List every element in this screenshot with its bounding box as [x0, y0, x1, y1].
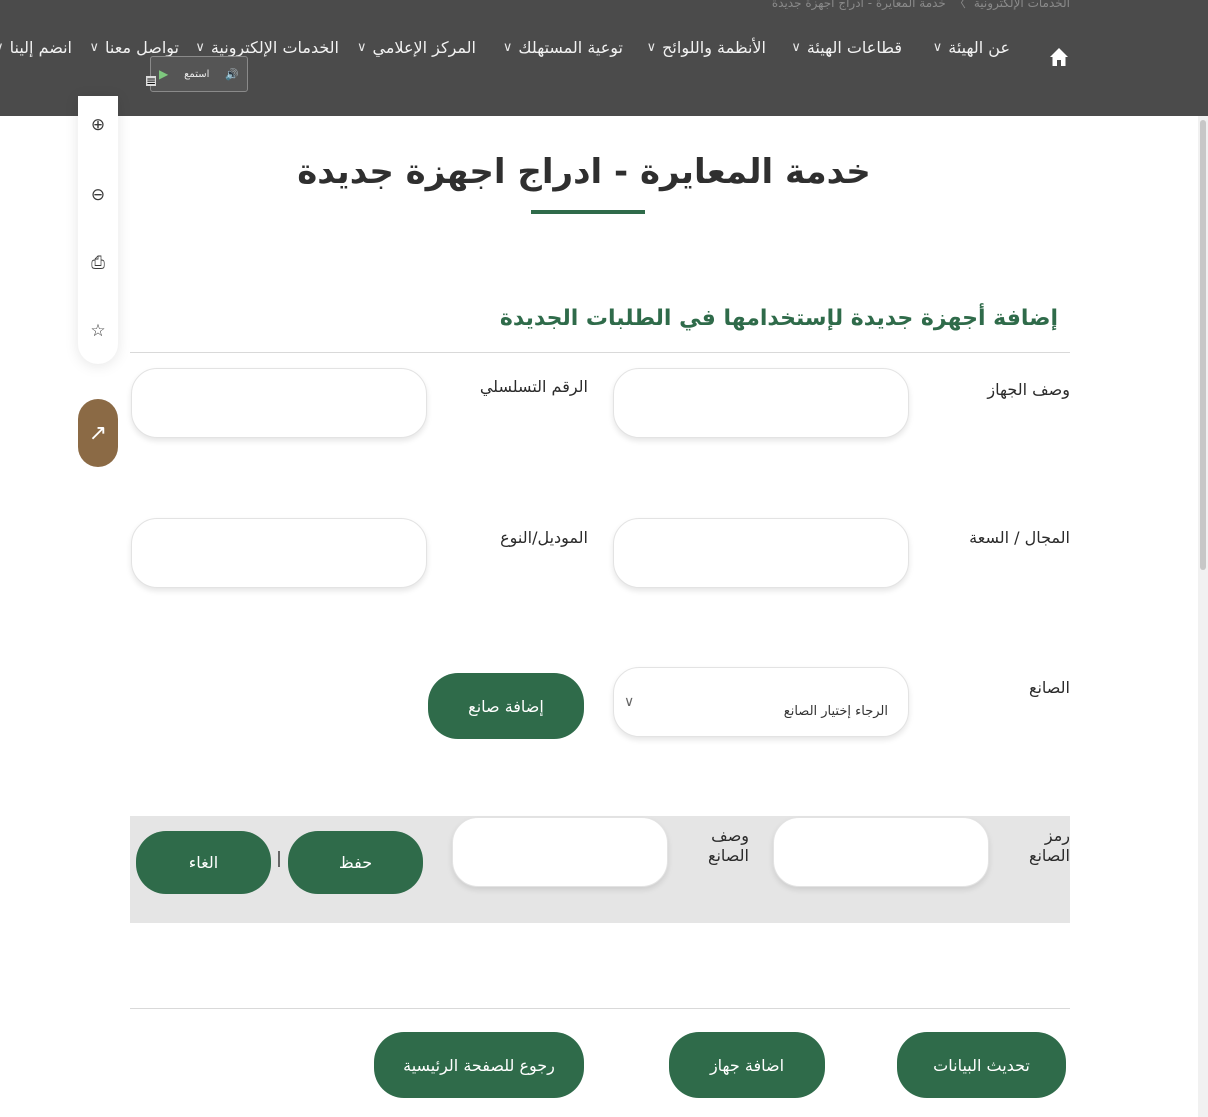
manufacturer-select-value: الرجاء إختيار الصانع: [783, 704, 888, 719]
button-separator: [278, 851, 280, 867]
model-type-label: الموديل/النوع: [500, 528, 588, 547]
manufacturer-code-label-line2: الصانع: [1028, 846, 1070, 865]
back-to-home-button[interactable]: رجوع للصفحة الرئيسية: [374, 1032, 584, 1098]
nav-item-eservices[interactable]: الخدمات الإلكترونية ∨: [195, 38, 339, 57]
chevron-down-icon: ∨: [89, 40, 100, 55]
share-arrow-icon: ↗: [88, 420, 108, 446]
nav-item-regulations-label: الأنظمة واللوائح: [662, 38, 766, 57]
section-title: إضافة أجهزة جديدة لإستخدامها في الطلبات …: [499, 306, 1059, 331]
nav-item-contact-label: تواصل معنا: [105, 38, 179, 57]
print-icon[interactable]: ⎙: [87, 252, 109, 274]
bottom-divider: [130, 1008, 1070, 1009]
title-underline: [531, 210, 645, 214]
manufacturer-code-label: رمز الصانع: [1029, 826, 1070, 866]
cancel-button[interactable]: الغاء: [136, 831, 271, 894]
listen-audio-widget[interactable]: ▶ استمع 🔊: [150, 56, 248, 92]
breadcrumb-separator: 〉: [953, 0, 966, 10]
manufacturer-code-input[interactable]: [773, 817, 989, 887]
nav-item-join-us[interactable]: انضم إلينا ∨: [0, 38, 72, 57]
device-description-input[interactable]: [613, 368, 909, 438]
nav-item-sectors-label: قطاعات الهيئة: [806, 38, 902, 57]
range-capacity-input[interactable]: [613, 518, 909, 588]
nav-item-consumer-awareness[interactable]: توعية المستهلك ∨: [503, 38, 623, 57]
serial-number-label: الرقم التسلسلي: [479, 377, 588, 396]
breadcrumb-item-eservices[interactable]: الخدمات الإلكترونية: [974, 0, 1070, 10]
audio-menu-icon[interactable]: ≡: [146, 75, 156, 87]
nav-item-consumer-awareness-label: توعية المستهلك: [518, 38, 623, 57]
speaker-icon: 🔊: [225, 67, 240, 81]
range-capacity-label: المجال / السعة: [969, 528, 1070, 547]
play-icon[interactable]: ▶: [159, 67, 168, 81]
chevron-down-icon: ∨: [624, 694, 635, 710]
chevron-down-icon: ∨: [0, 40, 4, 55]
accessibility-tool-rail: ⊕ ⊖ ⎙ ☆: [78, 96, 118, 364]
chevron-down-icon: ∨: [932, 40, 943, 55]
chevron-down-icon: ∨: [356, 40, 367, 55]
chevron-down-icon: ∨: [646, 40, 657, 55]
zoom-out-icon[interactable]: ⊖: [87, 184, 109, 206]
chevron-down-icon: ∨: [195, 40, 205, 55]
nav-item-sectors[interactable]: قطاعات الهيئة ∨: [791, 38, 902, 57]
manufacturer-description-label-line1: وصف: [711, 826, 749, 845]
save-button[interactable]: حفظ: [288, 831, 423, 894]
chevron-down-icon: ∨: [791, 40, 801, 55]
add-manufacturer-button[interactable]: إضافة صانع: [428, 673, 584, 739]
nav-item-media-center-label: المركز الإعلامي: [372, 38, 477, 57]
add-device-button[interactable]: اضافة جهاز: [669, 1032, 825, 1098]
home-icon[interactable]: [1048, 46, 1070, 68]
breadcrumb: الخدمات الإلكترونية 〉 خدمة المعايرة - اد…: [772, 0, 1070, 11]
update-data-button[interactable]: تحديث البيانات: [897, 1032, 1066, 1098]
nav-item-contact[interactable]: تواصل معنا ∨: [90, 38, 179, 57]
manufacturer-description-label: وصف الصانع: [708, 826, 749, 866]
zoom-in-icon[interactable]: ⊕: [87, 114, 109, 136]
page-scrollbar-thumb[interactable]: [1200, 120, 1206, 570]
manufacturer-description-input[interactable]: [452, 817, 668, 887]
chevron-down-icon: ∨: [502, 40, 513, 55]
nav-item-join-us-label: انضم إلينا: [9, 38, 72, 57]
breadcrumb-item-current: خدمة المعايرة - ادراج اجهزة جديدة: [771, 0, 946, 10]
nav-item-eservices-label: الخدمات الإلكترونية: [210, 38, 339, 57]
top-navigation-bar: الخدمات الإلكترونية 〉 خدمة المعايرة - اد…: [0, 0, 1208, 116]
star-icon[interactable]: ☆: [87, 320, 109, 342]
nav-item-about[interactable]: عن الهيئة ∨: [933, 38, 1010, 57]
device-description-label: وصف الجهاز: [987, 380, 1070, 399]
nav-item-media-center[interactable]: المركز الإعلامي ∨: [357, 38, 476, 57]
manufacturer-label: الصانع: [1028, 678, 1070, 697]
manufacturer-description-label-line2: الصانع: [707, 846, 749, 865]
nav-item-regulations[interactable]: الأنظمة واللوائح ∨: [647, 38, 766, 57]
manufacturer-select[interactable]: الرجاء إختيار الصانع ∨: [613, 667, 909, 737]
serial-number-input[interactable]: [131, 368, 427, 438]
manufacturer-code-label-line1: رمز: [1044, 826, 1070, 845]
nav-item-about-label: عن الهيئة: [948, 38, 1010, 57]
section-divider: [130, 352, 1070, 353]
listen-label: استمع: [184, 68, 210, 80]
page-title: خدمة المعايرة - ادراج اجهزة جديدة: [297, 152, 871, 192]
model-type-input[interactable]: [131, 518, 427, 588]
share-button[interactable]: ↗: [78, 399, 118, 467]
